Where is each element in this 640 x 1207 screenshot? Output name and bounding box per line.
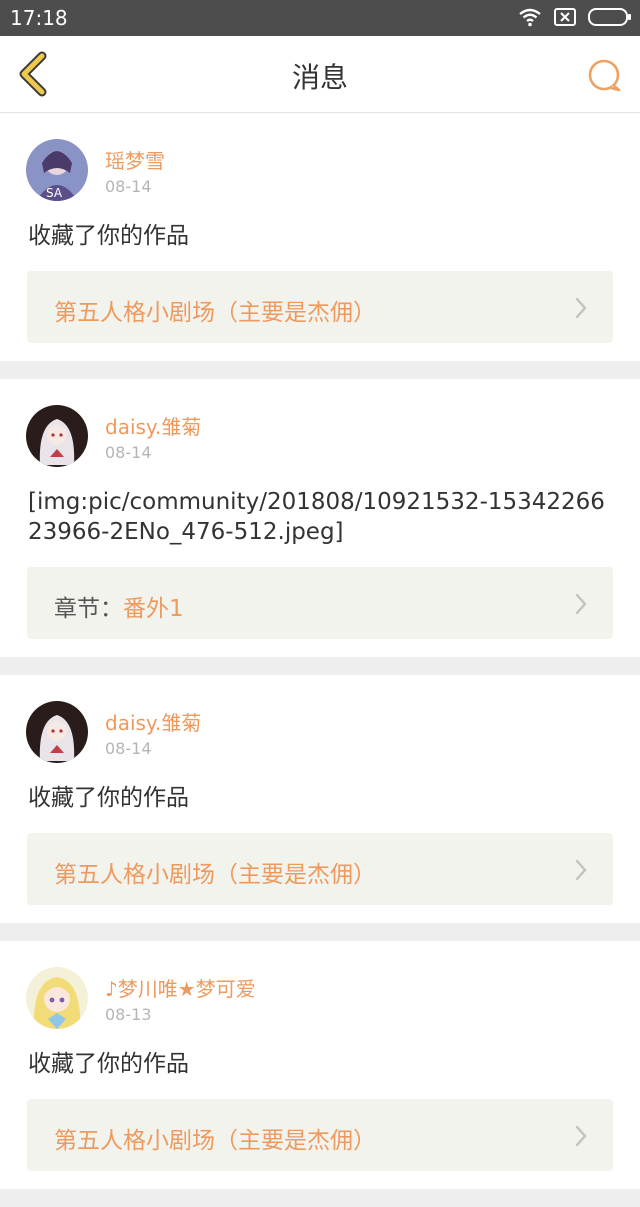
chevron-right-icon bbox=[575, 593, 587, 615]
page-title: 消息 bbox=[291, 61, 348, 94]
message-card: daisy.雏菊 08-14 [img:pic/community/201808… bbox=[0, 379, 640, 657]
top-bar: 消息 bbox=[0, 36, 640, 113]
wifi-icon bbox=[519, 8, 541, 27]
message-header: daisy.雏菊 08-14 bbox=[0, 675, 640, 773]
message-text: 收藏了你的作品 bbox=[28, 223, 189, 249]
username[interactable]: ♪梦川唯★梦可爱 bbox=[105, 973, 256, 1002]
chat-bubble-icon[interactable] bbox=[584, 56, 624, 96]
chevron-right-icon bbox=[575, 859, 587, 881]
status-icons bbox=[518, 7, 632, 27]
username[interactable]: daisy.雏菊 bbox=[105, 707, 201, 736]
referenced-work-link[interactable]: 第五人格小剧场（主要是杰佣） bbox=[27, 833, 613, 905]
referenced-work-title: 第五人格小剧场（主要是杰佣） bbox=[54, 862, 376, 888]
username[interactable]: 瑶梦雪 bbox=[105, 145, 165, 174]
referenced-work-title: 第五人格小剧场（主要是杰佣） bbox=[54, 1128, 376, 1154]
username[interactable]: daisy.雏菊 bbox=[105, 411, 201, 440]
message-text: 收藏了你的作品 bbox=[28, 785, 189, 811]
referenced-work-title: 第五人格小剧场（主要是杰佣） bbox=[54, 300, 376, 326]
message-header: ♪梦川唯★梦可爱 08-13 bbox=[0, 941, 640, 1039]
svg-text:SA: SA bbox=[46, 186, 63, 200]
battery-icon bbox=[588, 8, 631, 26]
chevron-right-icon bbox=[575, 297, 587, 319]
message-date: 08-14 bbox=[105, 443, 152, 462]
referenced-chapter-title: 章节：番外1 bbox=[54, 596, 184, 622]
chevron-right-icon bbox=[575, 1125, 587, 1147]
message-list: SA 瑶梦雪 08-14 收藏了你的作品 第五人格小剧场（主要是杰佣） dais… bbox=[0, 113, 640, 1207]
message-date: 08-14 bbox=[105, 177, 152, 196]
message-date: 08-13 bbox=[105, 1005, 152, 1024]
status-bar: 17:18 bbox=[0, 0, 640, 36]
message-text: 收藏了你的作品 bbox=[28, 1051, 189, 1077]
message-card: SA 瑶梦雪 08-14 收藏了你的作品 第五人格小剧场（主要是杰佣） bbox=[0, 113, 640, 361]
avatar[interactable] bbox=[26, 701, 88, 763]
sim-none-icon bbox=[554, 8, 576, 26]
avatar[interactable] bbox=[26, 405, 88, 467]
referenced-chapter-link[interactable]: 章节：番外1 bbox=[27, 567, 613, 639]
avatar[interactable] bbox=[26, 967, 88, 1029]
message-text: [img:pic/community/201808/10921532-15342… bbox=[28, 489, 605, 545]
message-header: daisy.雏菊 08-14 bbox=[0, 379, 640, 477]
status-time: 17:18 bbox=[10, 6, 68, 30]
avatar[interactable]: SA bbox=[26, 139, 88, 201]
message-header: SA 瑶梦雪 08-14 bbox=[0, 113, 640, 211]
message-date: 08-14 bbox=[105, 739, 152, 758]
message-card: ♪梦川唯★梦可爱 08-13 收藏了你的作品 第五人格小剧场（主要是杰佣） bbox=[0, 941, 640, 1189]
message-card: daisy.雏菊 08-14 收藏了你的作品 第五人格小剧场（主要是杰佣） bbox=[0, 675, 640, 923]
referenced-work-link[interactable]: 第五人格小剧场（主要是杰佣） bbox=[27, 271, 613, 343]
referenced-work-link[interactable]: 第五人格小剧场（主要是杰佣） bbox=[27, 1099, 613, 1171]
